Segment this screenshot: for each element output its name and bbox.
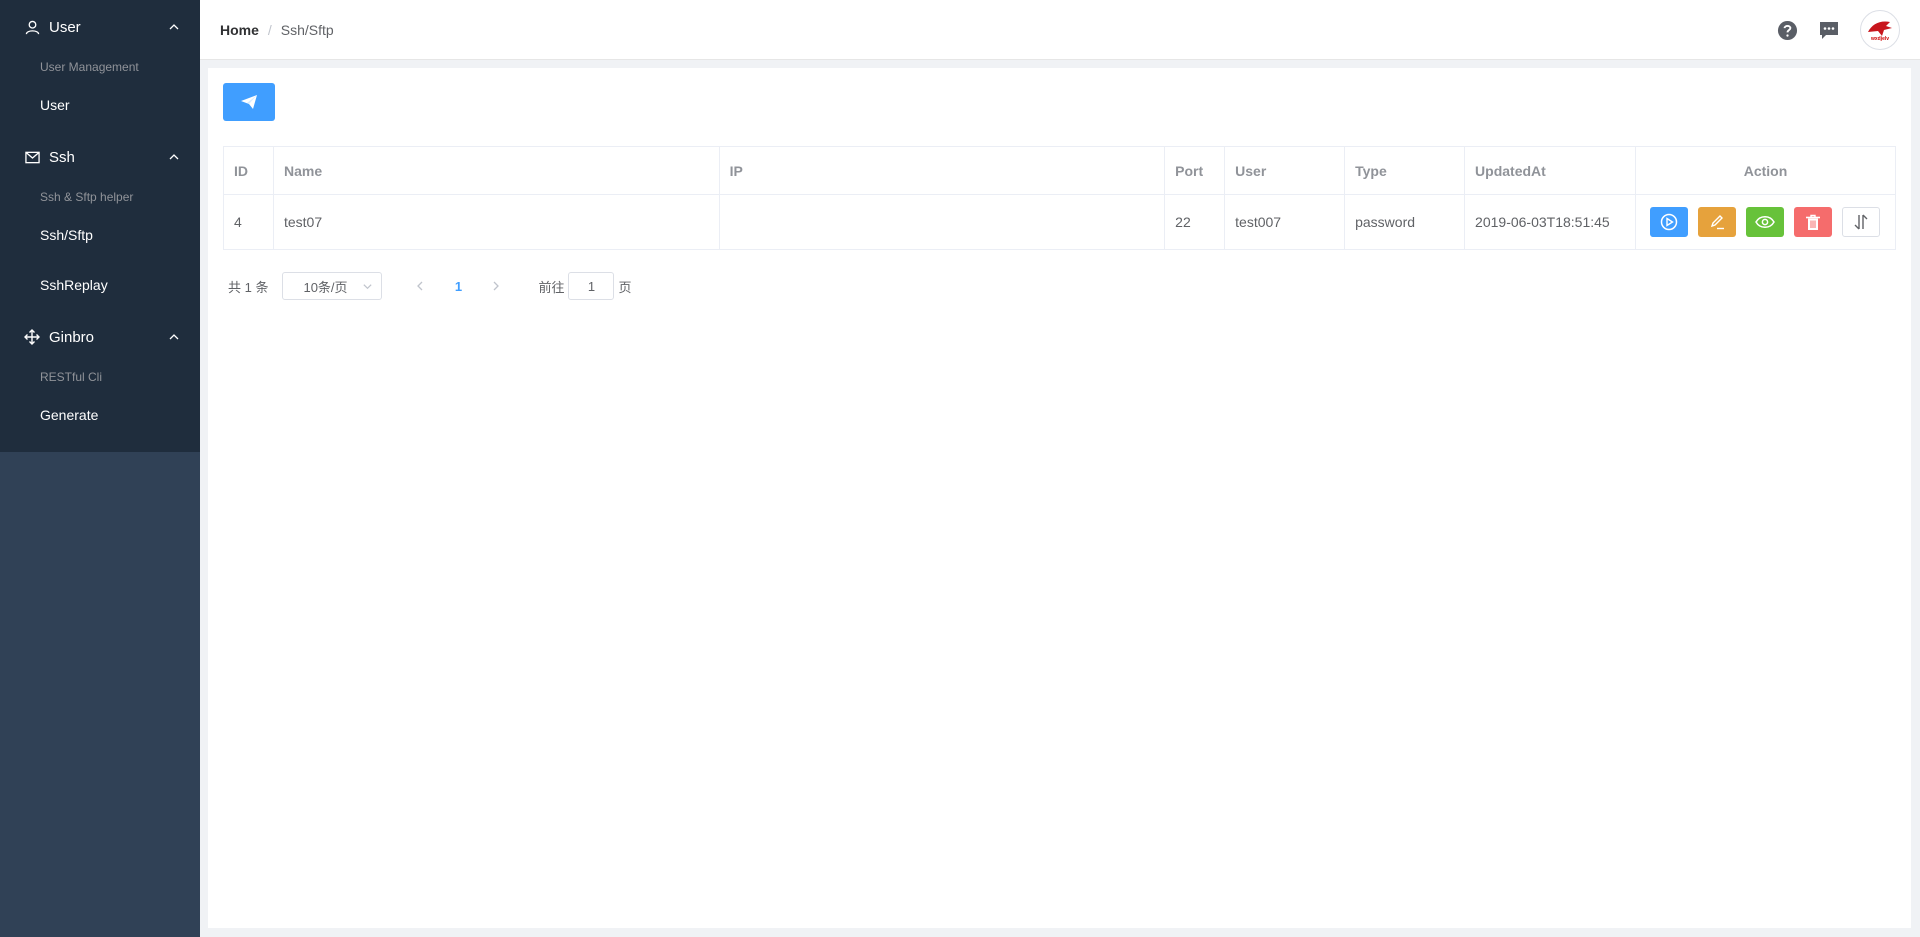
menu-group-ssh[interactable]: Ssh xyxy=(0,130,200,184)
menu-group-title: Ginbro xyxy=(49,328,95,346)
sidebar-item-user[interactable]: User xyxy=(0,80,200,130)
column-header-id: ID xyxy=(223,146,274,195)
chevron-up-icon xyxy=(169,24,179,30)
menu-group-title: User xyxy=(49,18,81,36)
menu-group-label: Ssh & Sftp helper xyxy=(40,190,134,204)
breadcrumb: Home / Ssh/Sftp xyxy=(220,22,334,38)
menu-group-label: RESTful Cli xyxy=(40,370,103,384)
pagination-total: 共 1 条 xyxy=(228,279,269,295)
menu-group-title: Ssh xyxy=(49,148,75,166)
column-header-type: Type xyxy=(1344,146,1466,195)
column-header-action: Action xyxy=(1634,146,1897,195)
cell-actions xyxy=(1634,194,1897,250)
rank-icon xyxy=(24,329,40,345)
column-header-user: User xyxy=(1224,146,1346,195)
send-button[interactable] xyxy=(223,83,275,121)
paper-plane-icon xyxy=(241,95,257,109)
mail-icon xyxy=(24,149,40,165)
sftp-button[interactable] xyxy=(1842,207,1881,237)
ssh-table: ID Name IP Port User Type UpdatedAt Acti… xyxy=(223,146,1897,250)
chevron-down-icon xyxy=(363,284,373,290)
edit-icon xyxy=(1711,215,1725,230)
column-header-name: Name xyxy=(272,146,720,195)
page-size-select[interactable]: 10条/页 xyxy=(282,272,383,300)
jumper-label: 前往 xyxy=(538,279,565,295)
cell-user: test007 xyxy=(1224,194,1346,250)
sidebar-item-ssh-sftp[interactable]: Ssh/Sftp xyxy=(0,210,200,260)
sidebar-item-ssh-replay[interactable]: SshReplay xyxy=(0,260,200,310)
table-row: 4 test07 22 test007 password 2019-06-03T… xyxy=(223,194,1897,250)
header-actions: wxdjelv xyxy=(1756,0,1900,60)
chevron-right-icon xyxy=(494,281,500,291)
avatar[interactable]: wxdjelv xyxy=(1860,10,1900,50)
message-icon[interactable] xyxy=(1818,19,1840,41)
breadcrumb-separator: / xyxy=(267,21,272,38)
trash-icon xyxy=(1806,214,1821,230)
main-content: ID Name IP Port User Type UpdatedAt Acti… xyxy=(208,68,1911,928)
menu-group-label: User Management xyxy=(40,60,139,74)
play-circle-icon xyxy=(1661,213,1678,231)
logo-icon xyxy=(1868,21,1892,36)
help-icon[interactable] xyxy=(1776,19,1798,41)
cell-id: 4 xyxy=(223,194,274,250)
page-number[interactable]: 1 xyxy=(443,272,473,300)
sidebar-item-generate[interactable]: Generate xyxy=(0,390,200,440)
column-header-port: Port xyxy=(1164,146,1226,195)
eye-icon xyxy=(1755,216,1776,228)
pagination: 共 1 条 10条/页 1 前往 页 xyxy=(228,272,632,300)
jumper-suffix: 页 xyxy=(618,279,632,295)
chevron-up-icon xyxy=(169,154,179,160)
avatar-text: wxdjelv xyxy=(1870,36,1890,42)
chevron-up-icon xyxy=(169,334,179,340)
connect-button[interactable] xyxy=(1650,207,1689,237)
menu-group-user[interactable]: User xyxy=(0,0,200,54)
header: Home / Ssh/Sftp wxdjelv xyxy=(200,0,1920,60)
cell-ip xyxy=(718,194,1166,250)
chevron-left-icon xyxy=(417,281,423,291)
view-button[interactable] xyxy=(1746,207,1785,237)
page-jump-input[interactable] xyxy=(568,272,615,300)
cell-port: 22 xyxy=(1164,194,1226,250)
page-jumper: 前往 页 xyxy=(538,272,632,300)
menu-group-ginbro[interactable]: Ginbro xyxy=(0,310,200,364)
cell-updated-at: 2019-06-03T18:51:45 xyxy=(1464,194,1636,250)
user-icon xyxy=(24,19,40,35)
page-size-value: 10条/页 xyxy=(303,279,348,295)
breadcrumb-home[interactable]: Home xyxy=(220,22,259,38)
breadcrumb-current: Ssh/Sftp xyxy=(280,21,334,38)
prev-page-button[interactable] xyxy=(405,272,435,300)
row-actions xyxy=(1646,207,1885,237)
delete-button[interactable] xyxy=(1794,207,1833,237)
edit-button[interactable] xyxy=(1698,207,1737,237)
table-header-row: ID Name IP Port User Type UpdatedAt Acti… xyxy=(223,146,1897,195)
column-header-updated-at: UpdatedAt xyxy=(1464,146,1636,195)
next-page-button[interactable] xyxy=(481,272,511,300)
cell-type: password xyxy=(1344,194,1466,250)
sidebar: User User Management User Ssh Ssh & Sftp… xyxy=(0,0,200,937)
column-header-ip: IP xyxy=(718,146,1166,195)
transfer-icon xyxy=(1854,214,1868,230)
sidebar-menu: User User Management User Ssh Ssh & Sftp… xyxy=(0,0,200,452)
cell-name: test07 xyxy=(272,194,720,250)
